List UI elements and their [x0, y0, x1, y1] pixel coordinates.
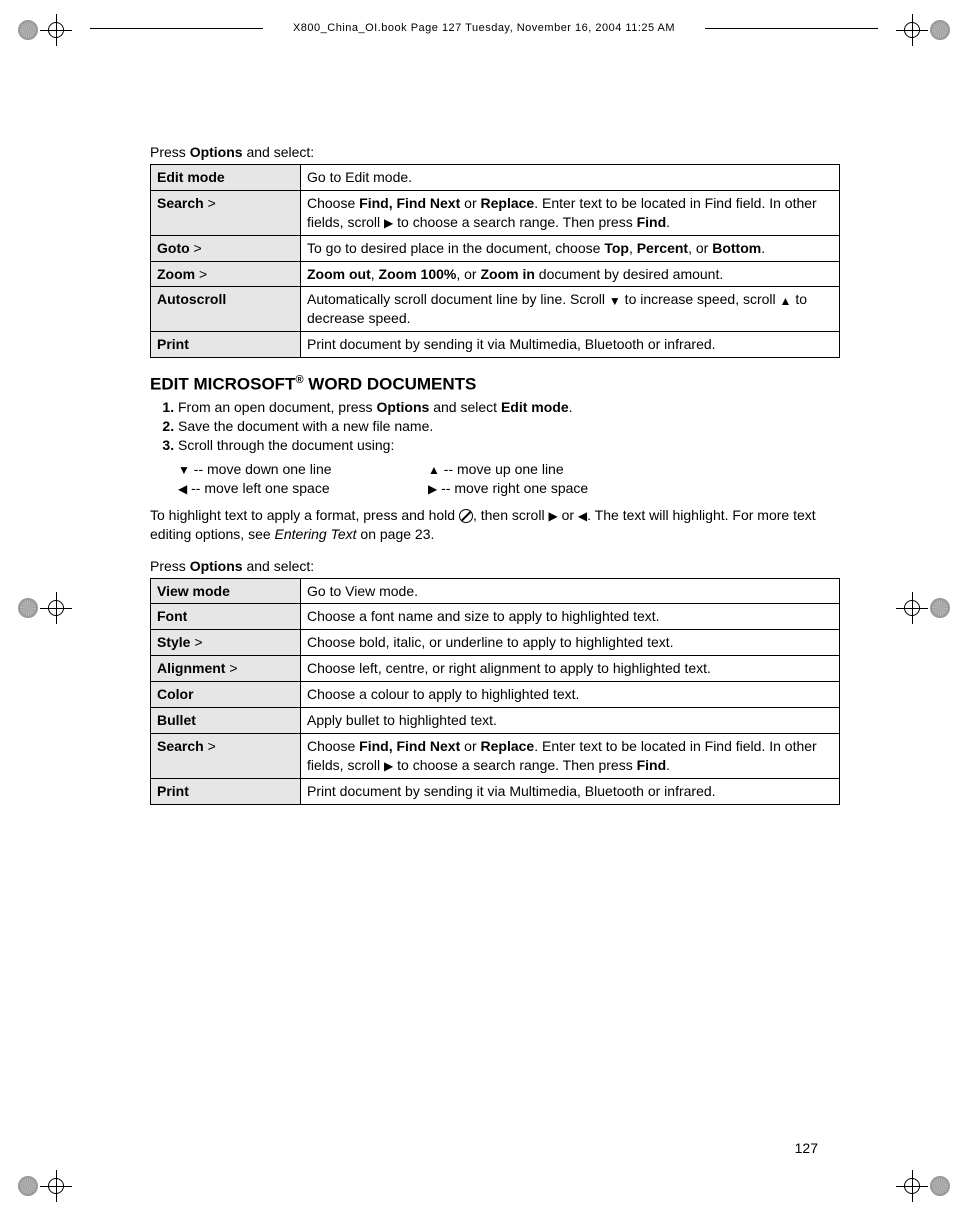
- option-description: Print document by sending it via Multime…: [301, 778, 840, 804]
- intro-line-1: Press Options and select:: [150, 144, 840, 160]
- table-row: View modeGo to View mode.: [151, 578, 840, 604]
- option-label: Alignment >: [151, 656, 301, 682]
- table-row: Edit modeGo to Edit mode.: [151, 165, 840, 191]
- table-row: Alignment >Choose left, centre, or right…: [151, 656, 840, 682]
- crop-mark-bl: [18, 1174, 68, 1198]
- option-label: Search >: [151, 733, 301, 778]
- option-label: View mode: [151, 578, 301, 604]
- option-description: Print document by sending it via Multime…: [301, 332, 840, 358]
- highlight-paragraph: To highlight text to apply a format, pre…: [150, 506, 840, 544]
- arrow-item: ▲ -- move up one line: [428, 461, 678, 477]
- options-table-1: Edit modeGo to Edit mode.Search >Choose …: [150, 164, 840, 358]
- crop-mark-mr: [900, 596, 950, 620]
- option-label: Search >: [151, 190, 301, 235]
- list-item: Scroll through the document using:: [178, 437, 840, 453]
- option-description: To go to desired place in the document, …: [301, 235, 840, 261]
- table-row: Search >Choose Find, Find Next or Replac…: [151, 733, 840, 778]
- header-text: X800_China_OI.book Page 127 Tuesday, Nov…: [293, 22, 675, 34]
- intro-line-2: Press Options and select:: [150, 558, 840, 574]
- option-description: Choose bold, italic, or underline to app…: [301, 630, 840, 656]
- option-label: Style >: [151, 630, 301, 656]
- table-row: Goto >To go to desired place in the docu…: [151, 235, 840, 261]
- crop-mark-tr: [900, 18, 950, 42]
- crop-mark-ml: [18, 596, 68, 620]
- list-item: Save the document with a new file name.: [178, 418, 840, 434]
- table-row: PrintPrint document by sending it via Mu…: [151, 778, 840, 804]
- option-label: Zoom >: [151, 261, 301, 287]
- option-description: Go to View mode.: [301, 578, 840, 604]
- option-label: Font: [151, 604, 301, 630]
- table-row: Style >Choose bold, italic, or underline…: [151, 630, 840, 656]
- option-label: Autoscroll: [151, 287, 301, 332]
- page-content: Press Options and select: Edit modeGo to…: [150, 130, 840, 821]
- arrow-item: ◀ -- move left one space: [178, 480, 428, 496]
- option-description: Zoom out, Zoom 100%, or Zoom in document…: [301, 261, 840, 287]
- option-description: Go to Edit mode.: [301, 165, 840, 191]
- option-label: Print: [151, 332, 301, 358]
- option-description: Automatically scroll document line by li…: [301, 287, 840, 332]
- option-description: Choose left, centre, or right alignment …: [301, 656, 840, 682]
- table-row: FontChoose a font name and size to apply…: [151, 604, 840, 630]
- table-row: AutoscrollAutomatically scroll document …: [151, 287, 840, 332]
- option-description: Choose Find, Find Next or Replace. Enter…: [301, 733, 840, 778]
- option-description: Apply bullet to highlighted text.: [301, 708, 840, 734]
- list-item: From an open document, press Options and…: [178, 399, 840, 415]
- option-description: Choose Find, Find Next or Replace. Enter…: [301, 190, 840, 235]
- option-description: Choose a font name and size to apply to …: [301, 604, 840, 630]
- page-header-bar: X800_China_OI.book Page 127 Tuesday, Nov…: [90, 22, 878, 34]
- arrow-grid: ▼ -- move down one line▲ -- move up one …: [178, 461, 840, 496]
- table-row: BulletApply bullet to highlighted text.: [151, 708, 840, 734]
- table-row: ColorChoose a colour to apply to highlig…: [151, 682, 840, 708]
- option-label: Edit mode: [151, 165, 301, 191]
- option-label: Bullet: [151, 708, 301, 734]
- option-label: Goto >: [151, 235, 301, 261]
- table-row: PrintPrint document by sending it via Mu…: [151, 332, 840, 358]
- option-label: Print: [151, 778, 301, 804]
- arrow-item: ▶ -- move right one space: [428, 480, 678, 496]
- arrow-item: ▼ -- move down one line: [178, 461, 428, 477]
- page-number: 127: [795, 1140, 818, 1156]
- option-label: Color: [151, 682, 301, 708]
- option-description: Choose a colour to apply to highlighted …: [301, 682, 840, 708]
- section-heading: EDIT MICROSOFT® WORD DOCUMENTS: [150, 374, 840, 395]
- options-table-2: View modeGo to View mode.FontChoose a fo…: [150, 578, 840, 805]
- table-row: Search >Choose Find, Find Next or Replac…: [151, 190, 840, 235]
- steps-list: From an open document, press Options and…: [150, 399, 840, 453]
- table-row: Zoom >Zoom out, Zoom 100%, or Zoom in do…: [151, 261, 840, 287]
- crop-mark-tl: [18, 18, 68, 42]
- crop-mark-br: [900, 1174, 950, 1198]
